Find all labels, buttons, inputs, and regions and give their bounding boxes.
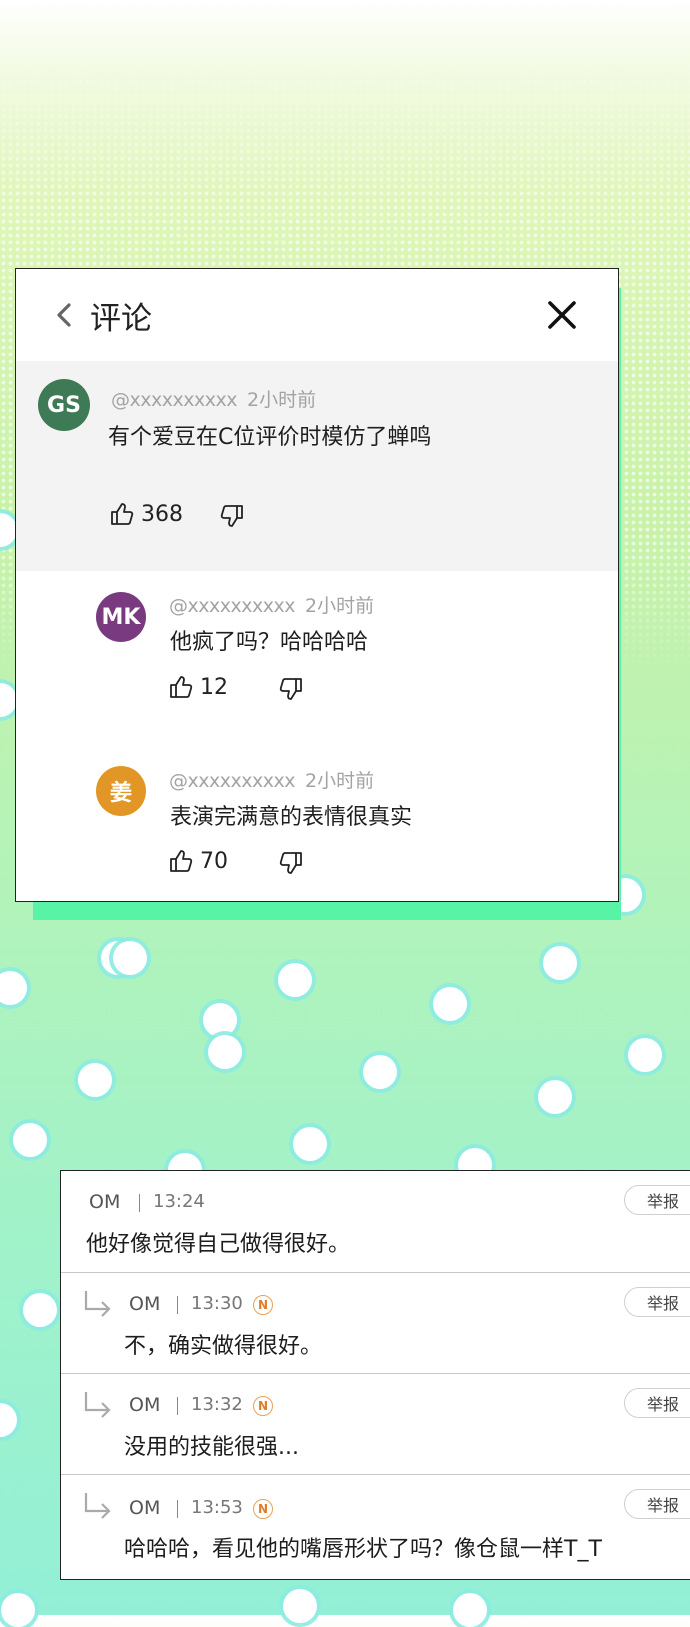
thumbs-up-icon [170, 676, 193, 698]
comment-text: 哈哈哈，看见他的嘴唇形状了吗？像仓鼠一样T_T [124, 1537, 602, 1562]
background-dot [203, 1003, 237, 1037]
comment-meta: @xxxxxxxxxx 2小时前 [169, 766, 374, 793]
comment-text: 他疯了吗？哈哈哈哈 [170, 630, 369, 655]
comment-time: 2小时前 [305, 770, 375, 792]
comment-meta: @xxxxxxxxxx 2小时前 [111, 385, 316, 412]
report-button[interactable]: 举报 [624, 1287, 690, 1317]
avatar[interactable]: 姜 [96, 766, 146, 816]
background-dot [0, 971, 27, 1005]
post-time: 13:32 [191, 1394, 243, 1415]
background-dot [453, 1593, 487, 1627]
comment-text: 不，确实做得很好。 [124, 1334, 323, 1359]
author-name[interactable]: OM [129, 1293, 160, 1315]
background-dot [293, 1127, 327, 1161]
like-count: 368 [141, 501, 183, 527]
background-dot [433, 987, 467, 1021]
like-button[interactable]: 70 [168, 848, 228, 874]
background-dot [208, 1035, 242, 1069]
panel-title: 评论 [90, 301, 152, 337]
divider [139, 1194, 140, 1212]
background-dot [23, 1293, 57, 1327]
background-dot [0, 1403, 17, 1437]
background-dot [13, 1123, 47, 1157]
post-time: 13:53 [191, 1497, 243, 1518]
like-count: 12 [200, 674, 228, 700]
new-badge: N [253, 1295, 273, 1315]
comment-text: 有个爱豆在C位评价时模仿了蝉鸣 [108, 425, 432, 450]
report-button[interactable]: 举报 [624, 1388, 690, 1418]
close-icon[interactable] [544, 297, 580, 333]
divider [177, 1500, 178, 1518]
like-button[interactable]: 12 [168, 674, 228, 700]
forum-reply: OM 13:53 N 举报 哈哈哈，看见他的嘴唇形状了吗？像仓鼠一样T_T [61, 1474, 690, 1575]
like-button[interactable]: 368 [109, 501, 183, 527]
avatar[interactable]: GS [38, 379, 90, 431]
forum-reply: OM 13:32 N 举报 没用的技能很强... [61, 1373, 690, 1474]
post-time: 13:24 [153, 1191, 205, 1212]
author-name[interactable]: OM [89, 1191, 120, 1213]
reply-arrow-icon [84, 1291, 111, 1317]
background-dot [283, 1589, 317, 1623]
report-button[interactable]: 举报 [624, 1185, 690, 1215]
comment-text: 表演完满意的表情很真实 [170, 805, 413, 830]
forum-comment: OM 13:24 举报 他好像觉得自己做得很好。 [61, 1171, 690, 1272]
user-handle[interactable]: @xxxxxxxxxx [111, 389, 237, 411]
comment-time: 2小时前 [305, 595, 375, 617]
new-badge: N [253, 1499, 273, 1519]
background-dot [538, 1080, 572, 1114]
background-dot [78, 1063, 112, 1097]
comment-text: 他好像觉得自己做得很好。 [86, 1232, 351, 1257]
report-button[interactable]: 举报 [624, 1489, 690, 1519]
thumbs-up-icon [111, 503, 134, 525]
background-dot [113, 941, 147, 975]
background-dot [628, 1038, 662, 1072]
background-dot [543, 946, 577, 980]
like-count: 70 [200, 848, 228, 874]
author-name[interactable]: OM [129, 1497, 160, 1519]
forum-comments-panel: OM 13:24 举报 他好像觉得自己做得很好。 OM 13:30 N 举报 不… [60, 1170, 690, 1580]
forum-reply: OM 13:30 N 举报 不，确实做得很好。 [61, 1272, 690, 1373]
avatar[interactable]: MK [96, 592, 146, 642]
new-badge: N [253, 1396, 273, 1416]
user-handle[interactable]: @xxxxxxxxxx [169, 595, 295, 617]
reply-arrow-icon [84, 1493, 111, 1519]
back-chevron-icon[interactable] [51, 295, 77, 335]
author-name[interactable]: OM [129, 1394, 160, 1416]
user-handle[interactable]: @xxxxxxxxxx [169, 770, 295, 792]
comment-meta: @xxxxxxxxxx 2小时前 [169, 591, 374, 618]
background-dot [278, 963, 312, 997]
reply-arrow-icon [84, 1392, 111, 1418]
panel-header: 评论 [16, 269, 618, 361]
comment-text: 没用的技能很强... [124, 1435, 299, 1460]
comment-time: 2小时前 [247, 389, 317, 411]
divider [177, 1397, 178, 1415]
background-dot [1, 1593, 35, 1627]
top-comment: GS @xxxxxxxxxx 2小时前 有个爱豆在C位评价时模仿了蝉鸣 368 [16, 361, 618, 571]
background-dot [363, 1055, 397, 1089]
thumbs-down-icon[interactable] [278, 850, 304, 876]
post-time: 13:30 [191, 1293, 243, 1314]
thumbs-down-icon[interactable] [219, 503, 245, 529]
thumbs-down-icon[interactable] [278, 676, 304, 702]
comments-panel: 评论 GS @xxxxxxxxxx 2小时前 有个爱豆在C位评价时模仿了蝉鸣 3… [15, 268, 619, 902]
divider [177, 1296, 178, 1314]
thumbs-up-icon [170, 850, 193, 872]
